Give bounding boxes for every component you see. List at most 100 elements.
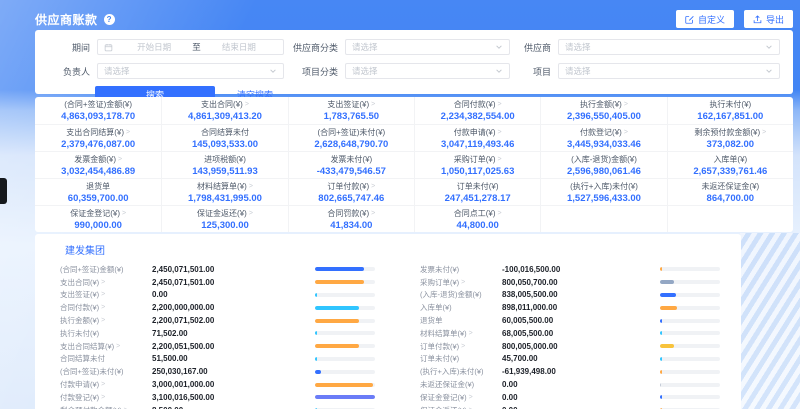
metric-cell[interactable]: 付款登记(¥)>3,445,934,033.46: [540, 124, 666, 151]
group-metric-label[interactable]: 剩余预付款金额(¥)>: [60, 405, 152, 409]
chevron-right-icon: >: [101, 279, 105, 286]
metric-value: 145,093,533.00: [192, 139, 258, 150]
metric-cell[interactable]: 剩余预付款金额(¥)>373,082.00: [667, 124, 793, 151]
group-metric-label[interactable]: 支出合同(¥)>: [60, 277, 152, 288]
metric-value: 1,050,117,025.63: [441, 166, 514, 177]
group-metric-row: 未返还保证金(¥)0.00: [420, 378, 720, 391]
chevron-right-icon: >: [469, 394, 473, 401]
group-metric-row: 付款登记(¥)>3,100,016,500.00: [60, 391, 375, 404]
group-metric-label: 退货单: [420, 315, 502, 326]
group-metric-label[interactable]: 执行金额(¥)>: [60, 315, 152, 326]
help-icon[interactable]: ?: [104, 14, 115, 25]
select-placeholder: 请选择: [565, 41, 591, 53]
metric-cell[interactable]: 采购订单(¥)>1,050,117,025.63: [414, 151, 540, 178]
owner-select[interactable]: 请选择: [97, 63, 284, 79]
chevron-right-icon: >: [371, 183, 375, 190]
group-metric-label[interactable]: 合同付款(¥)>: [60, 302, 152, 313]
metric-bar-track: [315, 319, 375, 323]
group-name-link[interactable]: 建发集团: [65, 242, 105, 257]
export-label: 导出: [766, 13, 784, 26]
chevron-down-icon: [765, 67, 773, 75]
metric-cell[interactable]: 执行金额(¥)>2,396,550,405.00: [540, 97, 666, 124]
metric-cell[interactable]: 支出合同结算(¥)>2,379,476,087.00: [35, 124, 161, 151]
group-metric-label[interactable]: 采购订单(¥)>: [420, 277, 502, 288]
group-metric-label[interactable]: 支出签证(¥)>: [60, 289, 152, 300]
chevron-right-icon: >: [371, 101, 375, 108]
group-metric-label: (合同+签证)未付(¥): [60, 366, 152, 377]
metric-label: 发票未付(¥): [330, 154, 372, 165]
edit-icon: [685, 15, 694, 24]
group-metric-row: 保证金返还(¥)>0.00: [420, 404, 720, 409]
metric-bar-fill: [660, 280, 674, 284]
collapsed-sidebar-handle[interactable]: [0, 178, 7, 204]
metric-bar-track: [660, 319, 720, 323]
metric-cell[interactable]: 材料结算单(¥)>1,798,431,995.00: [161, 178, 287, 205]
metric-cell[interactable]: 支出合同(¥)>4,861,309,413.20: [161, 97, 287, 124]
metric-cell: 未返还保证金(¥)864,700.00: [667, 178, 793, 205]
project-select[interactable]: 请选择: [558, 63, 780, 79]
background-decoration: [740, 233, 800, 409]
metric-label: 采购订单(¥)>: [454, 154, 502, 165]
date-range-input[interactable]: 开始日期 至 结束日期: [97, 39, 284, 55]
group-metric-row: 采购订单(¥)>800,050,700.00: [420, 276, 720, 289]
metric-cell: (合同+签证)未付(¥)2,628,648,790.70: [288, 124, 414, 151]
metric-bar-fill: [315, 267, 364, 271]
customize-button[interactable]: 自定义: [676, 10, 734, 28]
group-metric-row: (执行+入库)未付(¥)-61,939,498.00: [420, 365, 720, 378]
metric-cell[interactable]: 合同点工(¥)>44,800.00: [414, 205, 540, 232]
metric-cell[interactable]: 发票金额(¥)>3,032,454,486.89: [35, 151, 161, 178]
metric-bar-fill: [315, 331, 317, 335]
chevron-right-icon: >: [371, 210, 375, 217]
project-category-select[interactable]: 请选择: [345, 63, 510, 79]
group-metric-label[interactable]: 订单付款(¥)>: [420, 341, 502, 352]
group-metric-label[interactable]: 付款登记(¥)>: [60, 392, 152, 403]
metric-cell[interactable]: 支出签证(¥)>1,783,765.50: [288, 97, 414, 124]
group-metric-value: 0.00: [502, 380, 620, 389]
group-metric-label[interactable]: 保证金返还(¥)>: [420, 405, 502, 409]
metric-bar-fill: [660, 370, 662, 374]
metric-cell[interactable]: 付款申请(¥)>3,047,119,493.46: [414, 124, 540, 151]
group-metric-row: 入库单(¥)898,011,000.00: [420, 301, 720, 314]
metric-bar-track: [660, 280, 720, 284]
group-metric-value: -61,939,498.00: [502, 367, 620, 376]
metric-label: 合同付款(¥)>: [454, 99, 502, 110]
end-date-placeholder: 结束日期: [201, 41, 277, 53]
metric-value: 3,047,119,493.46: [441, 139, 514, 150]
metric-cell[interactable]: 保证金登记(¥)>990,000.00: [35, 205, 161, 232]
metric-cell[interactable]: 保证金返还(¥)>125,300.00: [161, 205, 287, 232]
chevron-right-icon: >: [762, 129, 766, 136]
group-metric-value: 51,500.00: [152, 354, 270, 363]
group-metric-label[interactable]: 支出合同结算(¥)>: [60, 341, 152, 352]
metric-value: -433,479,546.57: [317, 166, 386, 177]
metric-bar-fill: [315, 306, 359, 310]
export-button[interactable]: 导出: [744, 10, 793, 28]
group-metric-value: 3,100,016,500.00: [152, 393, 270, 402]
metric-label: 合同点工(¥)>: [454, 208, 502, 219]
metric-bar-track: [315, 357, 375, 361]
metric-cell[interactable]: 合同罚款(¥)>41,834.00: [288, 205, 414, 232]
group-metric-label[interactable]: 付款申请(¥)>: [60, 379, 152, 390]
group-metric-row: (合同+签证)未付(¥)250,030,167.00: [60, 365, 375, 378]
metric-cell[interactable]: 订单付款(¥)>802,665,747.46: [288, 178, 414, 205]
chevron-right-icon: >: [101, 291, 105, 298]
chevron-right-icon: >: [624, 101, 628, 108]
chevron-right-icon: >: [498, 210, 502, 217]
group-metric-label[interactable]: 保证金登记(¥)>: [420, 392, 502, 403]
group-metric-value: 0.00: [502, 406, 620, 409]
chevron-right-icon: >: [498, 101, 502, 108]
page-title: 供应商账款: [35, 11, 98, 28]
group-metric-row: 发票未付(¥)-100,016,500.00: [420, 263, 720, 276]
metric-label: 执行金额(¥)>: [580, 99, 628, 110]
metric-bar-track: [315, 370, 375, 374]
group-metric-row: 付款申请(¥)>3,000,001,000.00: [60, 378, 375, 391]
supplier-select[interactable]: 请选择: [558, 39, 780, 55]
project-label: 项目: [517, 65, 551, 78]
group-metric-label[interactable]: 材料结算单(¥)>: [420, 328, 502, 339]
chevron-down-icon: [765, 43, 773, 51]
supplier-category-select[interactable]: 请选择: [345, 39, 510, 55]
chevron-down-icon: [269, 67, 277, 75]
chevron-down-icon: [495, 43, 503, 51]
chevron-down-icon: [495, 67, 503, 75]
metric-cell[interactable]: 合同付款(¥)>2,234,382,554.00: [414, 97, 540, 124]
metric-cell: (合同+签证)金额(¥)4,863,093,178.70: [35, 97, 161, 124]
